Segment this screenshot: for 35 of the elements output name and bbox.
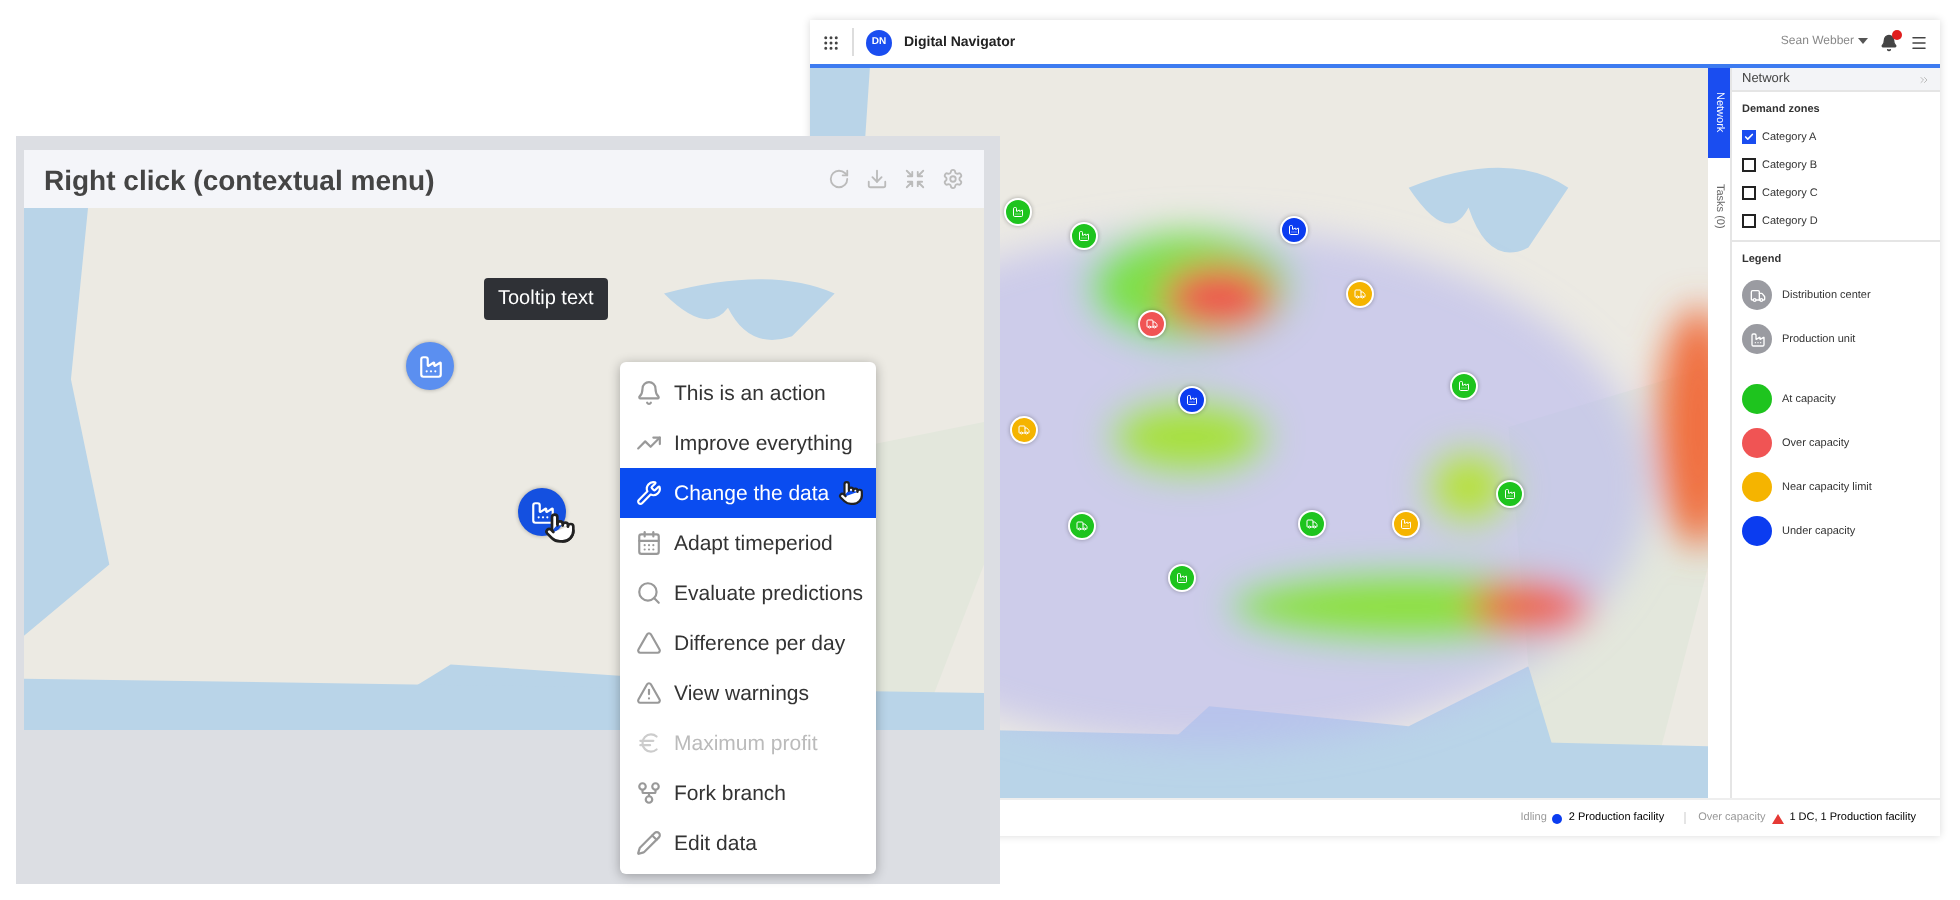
menu-icon[interactable] [1910,33,1928,51]
download-icon[interactable] [866,168,888,190]
collapse-arrows-icon[interactable] [904,168,926,190]
search-icon [636,580,662,606]
menu-item[interactable]: Change the data [620,468,876,518]
euro-icon [636,730,662,756]
app-grid-icon[interactable] [822,33,840,51]
warning-icon [636,680,662,706]
checkbox[interactable] [1742,130,1756,144]
card-title: Right click (contextual menu) [44,163,435,195]
triangle-icon [636,630,662,656]
menu-item[interactable]: Adapt timeperiod [620,518,876,568]
collapse-icon[interactable] [1918,73,1930,85]
menu-item[interactable]: Fork branch [620,768,876,818]
hand-cursor-icon [837,480,864,506]
calendar-icon [636,530,662,556]
menu-item[interactable]: View warnings [620,668,876,718]
pencil-icon [636,830,662,856]
notification-bell-icon[interactable] [1880,33,1898,51]
menu-item[interactable]: Edit data [620,818,876,868]
refresh-icon[interactable] [828,168,850,190]
checkbox[interactable] [1742,158,1756,172]
hand-cursor-icon [544,512,576,544]
checkbox[interactable] [1742,186,1756,200]
menu-item[interactable]: Evaluate predictions [620,568,876,618]
menu-item[interactable]: This is an action [620,368,876,418]
checkbox[interactable] [1742,214,1756,228]
menu-item[interactable]: Improve everything [620,418,876,468]
tooltip: Tooltip text [484,278,608,320]
bell-icon [636,380,662,406]
menu-item[interactable]: Difference per day [620,618,876,668]
settings-icon[interactable] [942,168,964,190]
wrench-icon [636,480,662,506]
fork-icon [636,780,662,806]
caret-icon [1858,38,1868,46]
